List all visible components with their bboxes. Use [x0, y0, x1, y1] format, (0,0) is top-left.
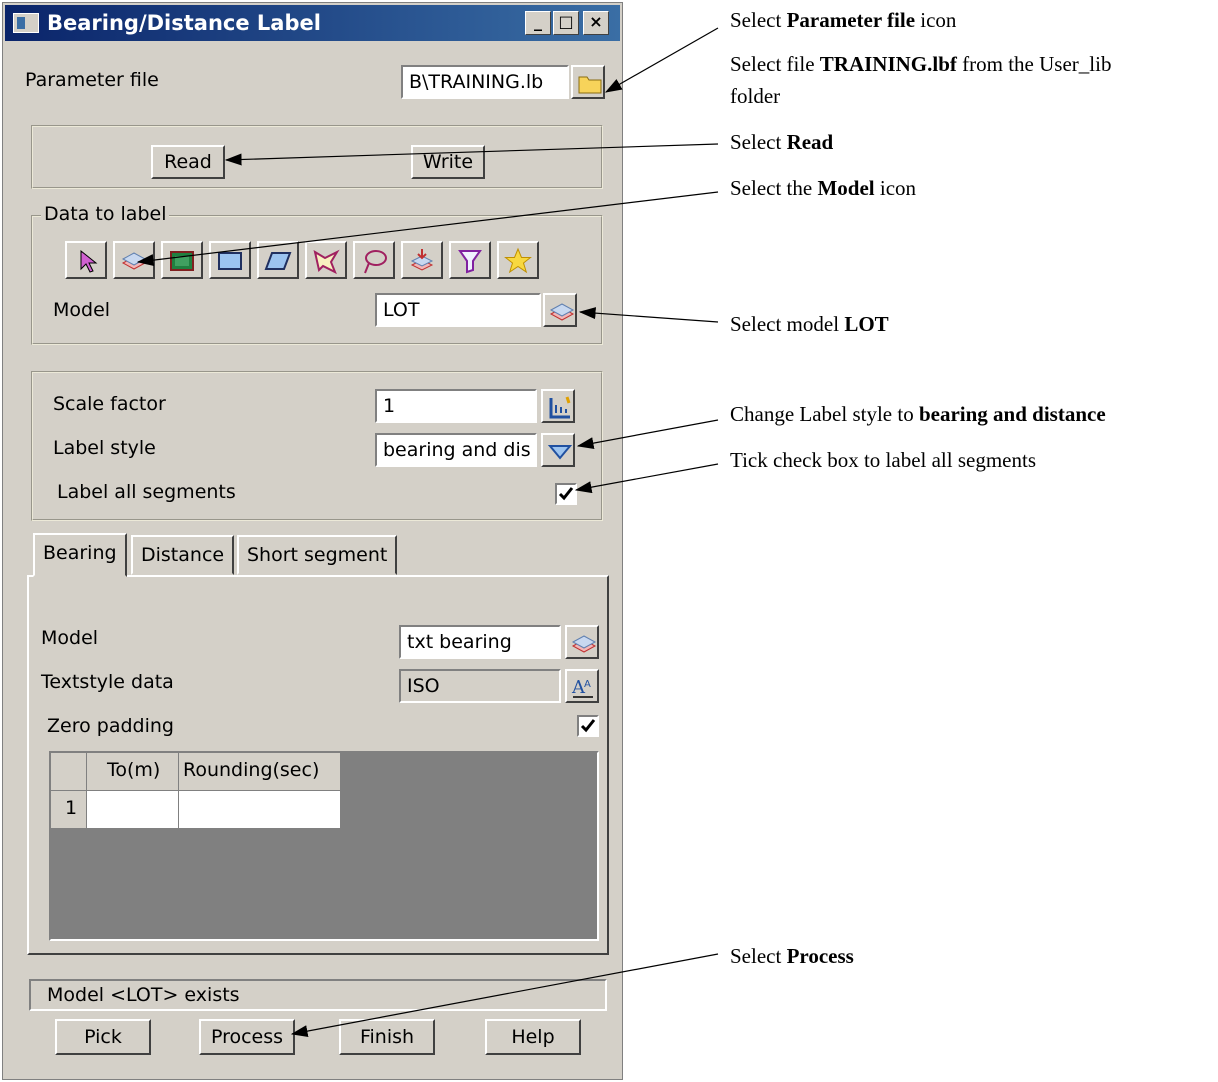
arrow-label-all-segments: [574, 463, 719, 494]
arrow-process: [290, 953, 719, 1038]
tab-bearing[interactable]: Bearing: [33, 533, 127, 577]
annotation-read: Select Read: [730, 130, 834, 154]
annotation-label-style: Change Label style to bearing and distan…: [730, 402, 1106, 426]
annotation-process: Select Process: [730, 944, 854, 968]
arrow-label-style: [576, 419, 719, 450]
arrow-model-icon: [136, 191, 719, 267]
annotation-select-file-folder: folder: [730, 84, 781, 108]
arrow-parameter-file: [604, 27, 719, 93]
annotation-label-all-segments: Tick check box to label all segments: [730, 448, 1036, 472]
annotation-parameter-file: Select Parameter file icon: [730, 8, 957, 32]
arrow-model-lot: [578, 307, 719, 323]
annotation-arrows: [136, 27, 719, 1038]
arrow-read: [224, 143, 719, 166]
annotation-select-file: Select file TRAINING.lbf from the User_l…: [730, 52, 1112, 76]
annotation-model-icon: Select the Model icon: [730, 176, 917, 200]
annotation-model-lot: Select model LOT: [730, 312, 889, 336]
